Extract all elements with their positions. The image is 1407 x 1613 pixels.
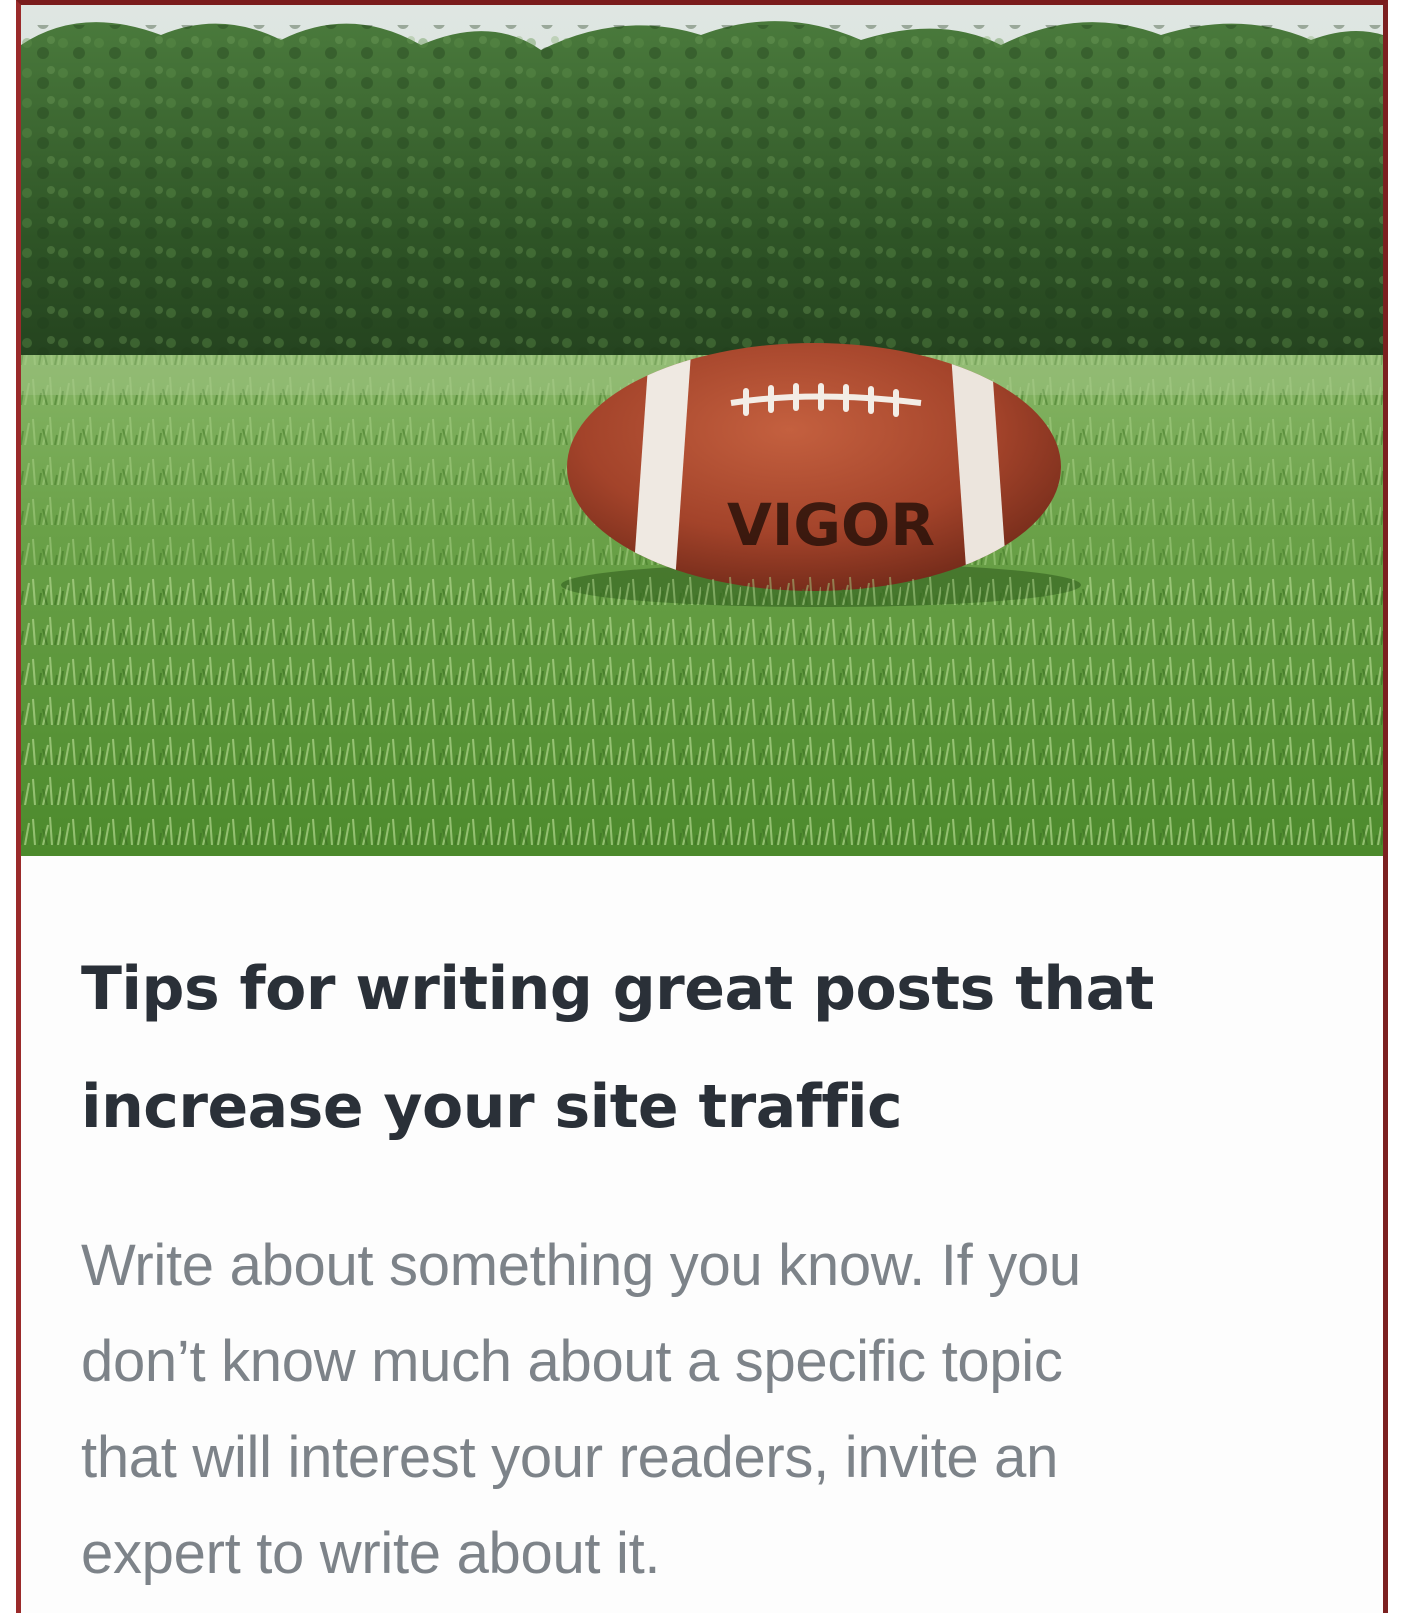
post-card[interactable]: VIGOR Tips for writing great posts that … (16, 0, 1388, 1613)
post-excerpt: Write about something you know. If you d… (81, 1218, 1311, 1602)
post-title-line[interactable]: increase your site traffic (81, 1048, 1311, 1166)
ball-print: VIGOR (727, 491, 935, 559)
post-excerpt-line: that will interest your readers, invite … (81, 1425, 1059, 1490)
featured-image[interactable]: VIGOR (21, 5, 1383, 856)
post-content: Tips for writing great posts that increa… (81, 930, 1311, 1602)
post-title[interactable]: Tips for writing great posts that increa… (81, 930, 1311, 1166)
post-excerpt-line: expert to write about it. (81, 1521, 661, 1586)
post-excerpt-line: don’t know much about a specific topic (81, 1329, 1063, 1394)
post-excerpt-line: Write about something you know. If you (81, 1233, 1081, 1298)
post-title-line[interactable]: Tips for writing great posts that (81, 930, 1311, 1048)
